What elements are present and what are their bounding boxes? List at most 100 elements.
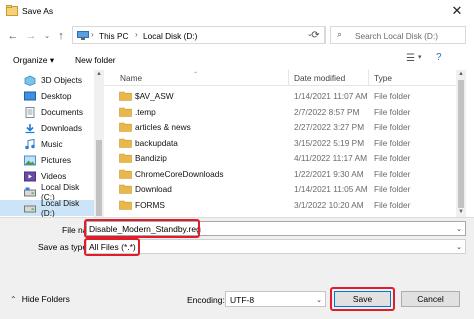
file-date: 1/14/2021 11:07 AM <box>294 91 368 101</box>
column-header-type[interactable]: Type <box>374 73 392 83</box>
chevron-down-icon[interactable]: ⌄ <box>456 243 462 251</box>
file-date: 1/22/2021 9:30 AM <box>294 168 364 179</box>
save-as-icon <box>6 5 18 16</box>
music-icon <box>25 138 35 149</box>
sidebar-item-label: Music <box>41 139 63 149</box>
organize-menu-button[interactable]: Organize ▾ <box>13 55 54 66</box>
folder-icon <box>119 122 132 132</box>
breadcrumb-separator-icon: › <box>91 30 94 39</box>
sidebar-scrollbar-thumb[interactable] <box>96 140 102 216</box>
folder-icon <box>119 184 132 194</box>
save-as-type-select[interactable]: All Files (*.*) ⌄ <box>86 239 466 254</box>
chevron-up-icon: ⌃ <box>10 294 17 304</box>
sidebar-item-downloads[interactable]: Downloads <box>0 120 94 136</box>
close-icon[interactable]: ✕ <box>440 0 474 22</box>
file-date: 1/14/2021 11:05 AM <box>294 184 368 194</box>
encoding-value: UTF-8 <box>230 295 255 305</box>
recent-chevron-icon[interactable]: ⌄ <box>40 29 54 43</box>
sidebar-item-music[interactable]: Music <box>0 136 94 152</box>
cancel-button[interactable]: Cancel <box>401 291 460 307</box>
refresh-icon[interactable]: ⟳ <box>307 26 325 44</box>
drive-icon <box>24 205 36 212</box>
column-divider[interactable] <box>288 70 289 86</box>
sidebar-item-desktop[interactable]: Desktop <box>0 88 94 104</box>
file-row[interactable]: ChromeCoreDownloads 1/22/2021 9:30 AM File… <box>104 166 456 182</box>
search-input[interactable]: ⌕ Search Local Disk (D:) <box>330 26 466 44</box>
chevron-down-icon[interactable]: ⌄ <box>316 296 322 304</box>
file-name: $AV_ASW <box>135 91 174 101</box>
back-arrow-icon[interactable]: ← <box>6 29 20 43</box>
file-name: backupdata <box>135 137 178 148</box>
scroll-up-icon[interactable]: ▲ <box>458 71 464 77</box>
folder-icon <box>119 138 132 148</box>
column-header-date[interactable]: Date modified <box>294 73 345 83</box>
folder-icon <box>119 200 132 210</box>
folder-icon <box>119 153 132 163</box>
sidebar-item-local-disk-d[interactable]: Local Disk (D:) <box>0 198 94 218</box>
scroll-down-icon[interactable]: ▼ <box>458 209 464 215</box>
file-name: .temp <box>135 106 156 117</box>
file-date: 2/7/2022 8:57 PM <box>294 106 360 117</box>
file-date: 3/1/2022 10:20 AM <box>294 199 364 210</box>
view-options-icon[interactable]: ☰ <box>406 53 415 64</box>
file-name: articles & news <box>135 122 191 132</box>
file-row[interactable]: FORMS 3/1/2022 10:20 AM File folder <box>104 197 456 213</box>
videos-icon <box>24 171 36 181</box>
sort-ascending-icon: ⌃ <box>193 72 199 78</box>
view-controls: ☰ ▾ ? <box>404 52 466 66</box>
scroll-up-icon[interactable]: ▲ <box>96 71 102 77</box>
sidebar-item-label: Pictures <box>41 155 71 165</box>
sidebar-item-label: Local Disk (D:) <box>41 198 80 218</box>
sidebar-item-3d-objects[interactable]: 3D Objects <box>0 72 94 88</box>
sidebar-item-documents[interactable]: Documents <box>0 104 94 120</box>
column-header-name[interactable]: Name <box>120 73 142 83</box>
drive-icon <box>24 187 36 196</box>
sidebar-item-label: Documents <box>41 107 83 117</box>
file-name-highlight-box <box>84 219 200 238</box>
sidebar-item-pictures[interactable]: Pictures <box>0 152 94 168</box>
folder-icon <box>119 169 132 179</box>
search-placeholder: Search Local Disk (D:) <box>355 31 438 41</box>
title-bar <box>0 0 474 22</box>
file-name: Bandizip <box>135 153 167 163</box>
file-type: File folder <box>374 137 411 148</box>
encoding-select[interactable]: UTF-8 ⌄ <box>225 291 326 307</box>
view-dropdown-icon[interactable]: ▾ <box>418 53 422 61</box>
navigation-pane: 3D Objects Desktop Documents Downloads M… <box>0 70 104 218</box>
file-row[interactable]: articles & news 2/27/2022 3:27 PM File fol… <box>104 119 456 135</box>
file-name: FORMS <box>135 199 165 210</box>
breadcrumb-this-pc[interactable]: This PC <box>99 31 129 41</box>
downloads-icon <box>25 123 35 133</box>
folder-icon <box>119 91 132 101</box>
file-type: File folder <box>374 91 411 101</box>
sidebar-item-label: Videos <box>41 171 67 181</box>
file-type: File folder <box>374 122 411 132</box>
address-bar[interactable]: › This PC › Local Disk (D:) ⌄ <box>72 26 326 44</box>
chevron-down-icon[interactable]: ⌄ <box>456 225 462 233</box>
file-list-scrollbar-thumb[interactable] <box>458 80 464 208</box>
file-date: 2/27/2022 3:27 PM <box>294 122 365 132</box>
breadcrumb-separator-icon: › <box>135 30 138 39</box>
help-icon[interactable]: ? <box>436 52 442 63</box>
file-row[interactable]: .temp 2/7/2022 8:57 PM File folder <box>104 104 456 120</box>
column-header-row <box>104 70 456 86</box>
file-row[interactable]: backupdata 3/15/2022 5:19 PM File folder <box>104 135 456 151</box>
column-divider[interactable] <box>368 70 369 86</box>
pictures-icon <box>24 155 36 165</box>
file-row[interactable]: Bandizip 4/11/2022 11:17 AM File folder <box>104 150 456 166</box>
up-arrow-icon[interactable]: ↑ <box>54 29 68 43</box>
file-row[interactable]: $AV_ASW 1/14/2021 11:07 AM File folder <box>104 88 456 104</box>
forward-arrow-icon[interactable]: → <box>24 29 38 43</box>
breadcrumb-local-disk-d[interactable]: Local Disk (D:) <box>143 31 197 41</box>
save-button[interactable]: Save <box>334 291 391 307</box>
file-type: File folder <box>374 184 411 194</box>
hide-folders-button[interactable]: ⌃ Hide Folders <box>10 294 70 304</box>
documents-icon <box>25 106 35 118</box>
sidebar-item-label: Downloads <box>41 123 83 133</box>
sidebar-item-label: 3D Objects <box>41 75 83 85</box>
desktop-icon <box>24 91 36 100</box>
save-as-type-highlight-box <box>84 238 140 256</box>
file-row[interactable]: Download 1/14/2021 11:05 AM File folder <box>104 181 456 197</box>
new-folder-button[interactable]: New folder <box>75 55 116 65</box>
this-pc-icon <box>77 31 89 40</box>
